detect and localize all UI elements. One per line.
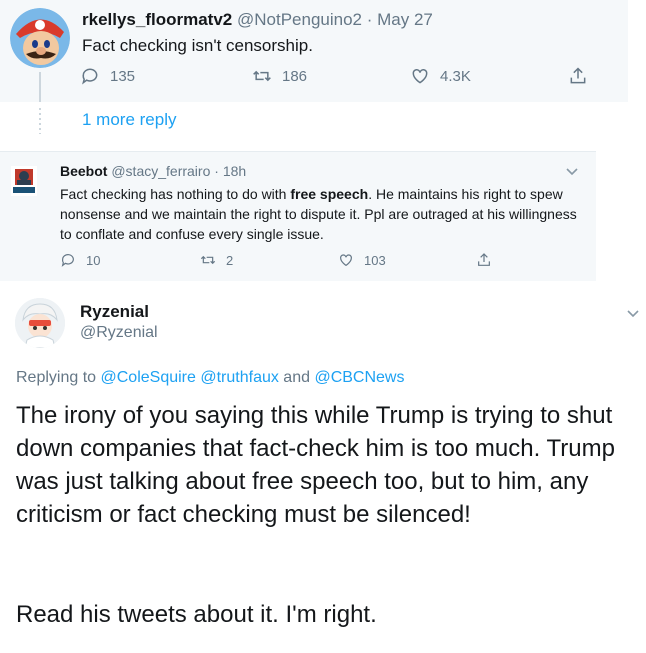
user-handle[interactable]: @Ryzenial xyxy=(80,324,158,342)
tweet-actions: 10 2 103 xyxy=(60,252,580,272)
share-icon xyxy=(478,253,490,266)
display-name[interactable]: Beebot xyxy=(60,163,107,179)
mention-link[interactable]: @truthfaux xyxy=(200,369,279,386)
mention-link[interactable]: @CBCNews xyxy=(314,369,404,386)
chevron-down-icon[interactable] xyxy=(626,306,640,320)
tweet-text-part: Fact checking has nothing to do with xyxy=(60,186,291,202)
display-name[interactable]: Ryzenial xyxy=(80,302,149,322)
avatar-beebot[interactable] xyxy=(11,166,37,196)
tweet-beebot[interactable]: Beebot @stacy_ferrairo · 18h Fact checki… xyxy=(0,151,596,281)
retweet-button[interactable]: 2 xyxy=(200,252,233,268)
tweet-header: rkellys_floormatv2 @NotPenguino2 · May 2… xyxy=(82,10,433,30)
tweet-rkellys[interactable]: rkellys_floormatv2 @NotPenguino2 · May 2… xyxy=(0,0,628,102)
reply-count: 10 xyxy=(86,252,101,268)
tweet-text-bold: free speech xyxy=(290,186,369,202)
replying-and: and xyxy=(278,369,315,386)
reply-count: 135 xyxy=(110,67,136,85)
retweet-icon xyxy=(253,70,271,82)
retweet-count: 186 xyxy=(282,67,308,85)
heart-icon xyxy=(340,254,352,267)
avatar-rkellys[interactable] xyxy=(10,8,70,68)
retweet-icon xyxy=(200,255,216,265)
tweet-header: Beebot @stacy_ferrairo · 18h xyxy=(60,163,246,179)
reply-icon xyxy=(82,68,98,85)
replying-prefix: Replying to xyxy=(16,369,101,386)
user-handle[interactable]: @NotPenguino2 xyxy=(237,10,362,29)
reply-button[interactable]: 10 xyxy=(60,252,100,268)
mention-link[interactable]: @ColeSquire xyxy=(101,369,196,386)
chevron-down-icon[interactable] xyxy=(565,164,579,178)
separator-dot: · xyxy=(214,163,219,179)
retweet-button[interactable]: 186 xyxy=(252,66,307,86)
retweet-count: 2 xyxy=(226,252,234,268)
heart-icon xyxy=(412,68,428,84)
tweet-text-paragraph-2: Read his tweets about it. I'm right. xyxy=(16,601,377,628)
separator-dot: · xyxy=(366,10,373,29)
more-replies-link[interactable]: 1 more reply xyxy=(82,110,176,130)
replying-to: Replying to @ColeSquire @truthfaux and @… xyxy=(16,369,404,387)
like-button[interactable]: 4.3K xyxy=(410,66,471,86)
like-button[interactable]: 103 xyxy=(338,252,386,268)
thread-dotted-line xyxy=(39,108,41,134)
reply-button[interactable]: 135 xyxy=(80,66,135,86)
tweet-ryzenial[interactable]: Ryzenial @Ryzenial Replying to @ColeSqui… xyxy=(0,290,646,653)
like-count: 4.3K xyxy=(440,67,471,85)
tweet-date[interactable]: May 27 xyxy=(377,10,433,29)
user-handle[interactable]: @stacy_ferrairo xyxy=(111,163,210,179)
tweet-actions: 135 186 4.3K xyxy=(80,66,600,90)
tweet-text: Fact checking has nothing to do with fre… xyxy=(60,184,585,244)
more-replies: 1 more reply xyxy=(0,102,628,144)
share-button[interactable] xyxy=(568,66,588,86)
share-icon xyxy=(570,67,586,84)
thread-line xyxy=(39,72,41,102)
tweet-text: Fact checking isn't censorship. xyxy=(82,36,313,55)
display-name[interactable]: rkellys_floormatv2 xyxy=(82,10,232,29)
share-button[interactable] xyxy=(476,252,492,268)
reply-icon xyxy=(61,254,74,267)
tweet-date[interactable]: 18h xyxy=(223,163,246,179)
like-count: 103 xyxy=(364,252,386,268)
tweet-text: The irony of you saying this while Trump… xyxy=(16,402,615,528)
avatar-ryzenial[interactable] xyxy=(15,298,65,348)
